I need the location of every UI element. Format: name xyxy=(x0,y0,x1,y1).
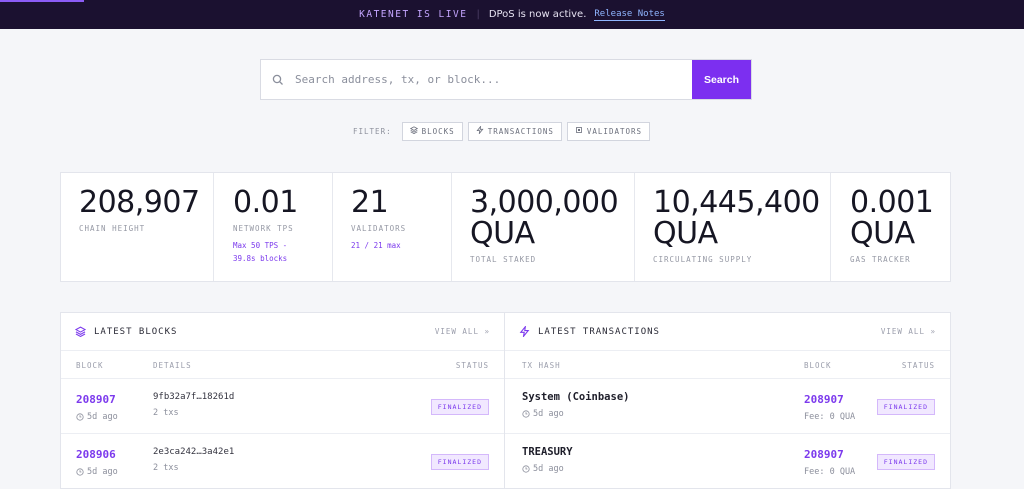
stat-value: 0.01 xyxy=(233,185,298,220)
tx-count: 2 txs xyxy=(153,463,179,473)
block-hash[interactable]: 9fb32a7f…18261d xyxy=(153,392,234,402)
filter-transactions[interactable]: TRANSACTIONS xyxy=(467,121,562,141)
table-row[interactable]: 208906 5d ago 2e3ca242…3a42e1 2 txs FINA… xyxy=(61,434,504,488)
stat-value: 3,000,000 QUA xyxy=(470,185,619,251)
stat-sub: 21 / 21 max xyxy=(351,241,401,250)
stat-label: GAS TRACKER xyxy=(850,255,911,264)
table-row[interactable]: 208907 5d ago 9fb32a7f…18261d 2 txs FINA… xyxy=(61,379,504,434)
stat-circulating-supply: 10,445,400 QUA CIRCULATING SUPPLY xyxy=(635,173,831,281)
chip-icon xyxy=(575,126,583,136)
tx-hash-link[interactable]: TREASURY xyxy=(522,446,573,458)
release-notes-link[interactable]: Release Notes xyxy=(594,9,665,21)
stat-value: 208,907 xyxy=(79,185,200,220)
filter-blocks-label: BLOCKS xyxy=(421,126,455,136)
column-header: BLOCK xyxy=(76,361,104,370)
banner-message: DPoS is now active. xyxy=(488,9,587,20)
layers-icon xyxy=(74,322,87,341)
search-input[interactable] xyxy=(295,60,692,99)
stat-value: 0.001 QUA xyxy=(850,185,934,251)
timestamp: 5d ago xyxy=(522,464,573,474)
banner-separator: | xyxy=(476,9,480,20)
table-header: TX HASH BLOCK STATUS xyxy=(505,351,950,379)
table-row[interactable]: TREASURY 5d ago 208907 Fee: 0 QUA FINALI… xyxy=(505,434,950,488)
status-badge: FINALIZED xyxy=(876,454,935,470)
column-header: STATUS xyxy=(455,361,489,370)
stat-label: TOTAL STAKED xyxy=(470,255,537,264)
bolt-icon xyxy=(476,125,484,136)
panel-header: LATEST BLOCKS VIEW ALL » xyxy=(61,313,504,351)
column-header: DETAILS xyxy=(153,361,192,370)
clock-icon xyxy=(522,465,530,473)
timestamp: 5d ago xyxy=(76,412,118,422)
column-header: BLOCK xyxy=(804,361,832,370)
status-badge: FINALIZED xyxy=(876,399,935,415)
table-row[interactable]: System (Coinbase) 5d ago 208907 Fee: 0 Q… xyxy=(505,379,950,434)
clock-icon xyxy=(76,413,84,421)
stat-sub: Max 50 TPS - 39.8s blocks xyxy=(233,241,288,263)
stat-value: 10,445,400 QUA xyxy=(653,185,820,251)
stat-label: NETWORK TPS xyxy=(233,224,294,233)
block-number-link[interactable]: 208907 xyxy=(804,448,855,461)
live-label: KATENET IS LIVE xyxy=(359,9,468,20)
column-header: TX HASH xyxy=(522,361,561,370)
stat-label: CIRCULATING SUPPLY xyxy=(653,255,753,264)
tx-hash-link[interactable]: System (Coinbase) xyxy=(522,391,629,403)
filter-transactions-label: TRANSACTIONS xyxy=(487,126,554,136)
timestamp: 5d ago xyxy=(522,409,629,419)
stat-total-staked: 3,000,000 QUA TOTAL STAKED xyxy=(452,173,635,281)
latest-blocks-panel: LATEST BLOCKS VIEW ALL » BLOCK DETAILS S… xyxy=(60,312,505,489)
stat-gas-tracker: 0.001 QUA GAS TRACKER xyxy=(831,173,950,281)
filter-label: FILTER: xyxy=(353,126,392,136)
filter-validators[interactable]: VALIDATORS xyxy=(566,121,651,141)
stat-network-tps: 0.01 NETWORK TPS Max 50 TPS - 39.8s bloc… xyxy=(214,173,333,281)
banner-accent-line xyxy=(0,0,84,2)
column-header: STATUS xyxy=(901,361,935,370)
view-all-blocks-link[interactable]: VIEW ALL » xyxy=(435,327,490,336)
view-all-transactions-link[interactable]: VIEW ALL » xyxy=(881,327,936,336)
tx-fee: Fee: 0 QUA xyxy=(804,412,856,422)
stat-chain-height: 208,907 CHAIN HEIGHT xyxy=(61,173,214,281)
layers-icon xyxy=(409,126,418,136)
latest-transactions-panel: LATEST TRANSACTIONS VIEW ALL » TX HASH B… xyxy=(504,312,951,489)
block-number-link[interactable]: 208907 xyxy=(804,393,855,406)
panel-header: LATEST TRANSACTIONS VIEW ALL » xyxy=(505,313,950,351)
bolt-icon xyxy=(519,322,530,341)
block-number-link[interactable]: 208906 xyxy=(76,448,118,461)
filter-validators-label: VALIDATORS xyxy=(586,126,643,136)
network-stats: 208,907 CHAIN HEIGHT 0.01 NETWORK TPS Ma… xyxy=(60,172,951,282)
panel-title: LATEST TRANSACTIONS xyxy=(538,326,660,337)
table-header: BLOCK DETAILS STATUS xyxy=(61,351,504,379)
block-number-link[interactable]: 208907 xyxy=(76,393,118,406)
status-badge: FINALIZED xyxy=(430,454,489,470)
stat-label: VALIDATORS xyxy=(351,224,407,233)
stat-validators: 21 VALIDATORS 21 / 21 max xyxy=(333,173,452,281)
panel-title: LATEST BLOCKS xyxy=(94,326,178,337)
stat-label: CHAIN HEIGHT xyxy=(79,224,146,233)
announcement-banner: KATENET IS LIVE | DPoS is now active. Re… xyxy=(0,0,1024,29)
clock-icon xyxy=(76,468,84,476)
search-bar: Search xyxy=(260,59,752,100)
timestamp: 5d ago xyxy=(76,467,118,477)
filter-blocks[interactable]: BLOCKS xyxy=(401,121,463,141)
search-icon xyxy=(261,60,295,99)
filter-bar: FILTER: BLOCKS TRANSACTIONS VALIDATORS xyxy=(353,121,651,141)
search-button[interactable]: Search xyxy=(692,60,751,99)
stat-value: 21 xyxy=(351,185,389,220)
block-hash[interactable]: 2e3ca242…3a42e1 xyxy=(153,447,234,457)
tx-count: 2 txs xyxy=(153,408,179,418)
tx-fee: Fee: 0 QUA xyxy=(804,467,856,477)
status-badge: FINALIZED xyxy=(430,399,489,415)
clock-icon xyxy=(522,410,530,418)
